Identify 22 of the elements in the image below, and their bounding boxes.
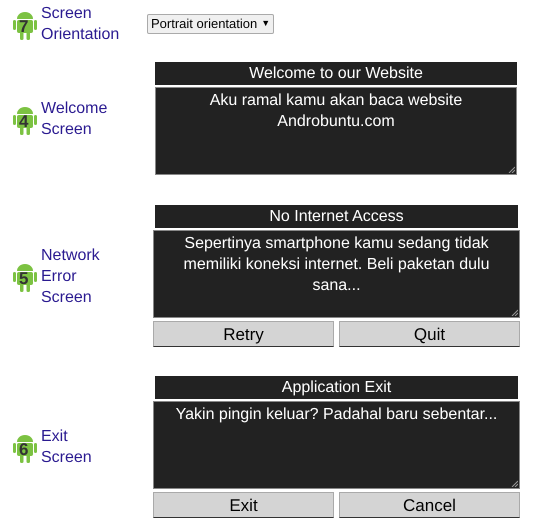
step-number: 6 <box>19 441 28 458</box>
section-label: Exit Screen <box>41 427 92 468</box>
dialog-button[interactable]: Cancel <box>339 492 520 518</box>
section-label: Screen Orientation <box>41 4 120 45</box>
dialog-button[interactable]: Retry <box>153 321 334 347</box>
dialog-title: No Internet Access <box>155 205 518 228</box>
step-number: 7 <box>19 18 28 35</box>
resize-handle-icon[interactable] <box>511 309 518 316</box>
section-label: Welcome Screen <box>41 98 108 140</box>
dialog-title: Application Exit <box>155 376 518 399</box>
orientation-dropdown[interactable]: Portrait orientation ▼ <box>147 14 274 34</box>
dialog-button[interactable]: Exit <box>153 492 334 518</box>
dialog-title: Welcome to our Website <box>155 62 517 85</box>
message-box[interactable]: Aku ramal kamu akan baca website Androbuntu.com <box>155 87 517 175</box>
section-label: Network Error Screen <box>41 246 100 308</box>
step-number: 4 <box>19 112 28 130</box>
message-box[interactable]: Yakin pingin keluar? Padahal baru sebentar... <box>153 401 520 489</box>
dialog-button[interactable]: Quit <box>339 321 520 347</box>
resize-handle-icon[interactable] <box>508 166 515 173</box>
step-number: 5 <box>19 270 28 287</box>
resize-handle-icon[interactable] <box>511 480 518 487</box>
message-box[interactable]: Sepertinya smartphone kamu sedang tidak memiliki koneksi internet. Beli paketan dulu sana... <box>153 230 520 318</box>
